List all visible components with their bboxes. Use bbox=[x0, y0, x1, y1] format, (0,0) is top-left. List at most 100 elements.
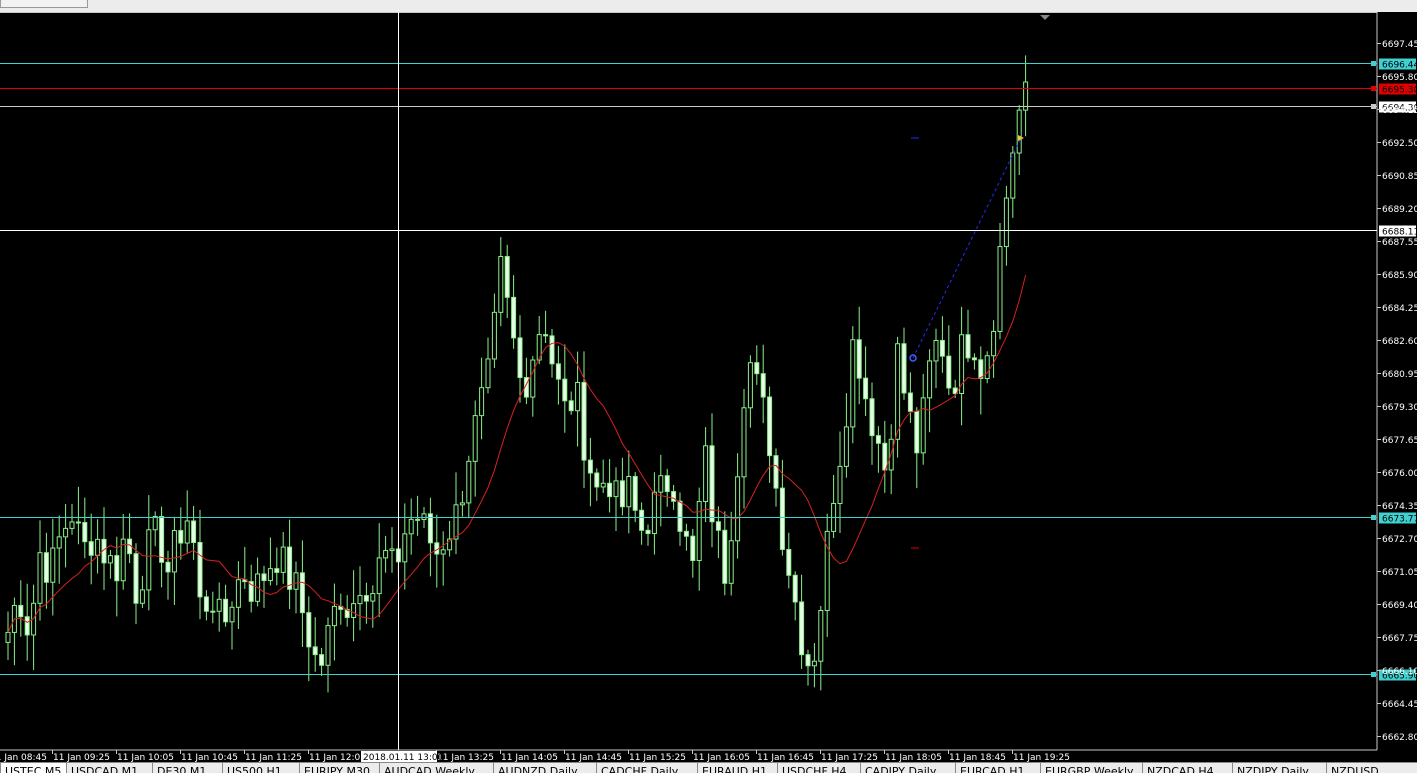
candle-body bbox=[376, 557, 382, 595]
candle-body bbox=[415, 518, 421, 521]
candle-body bbox=[485, 358, 491, 389]
candle-body bbox=[600, 482, 606, 488]
candle-body bbox=[927, 360, 933, 399]
candle-body bbox=[530, 359, 536, 398]
candle-body bbox=[466, 460, 472, 504]
candle-body bbox=[299, 572, 305, 614]
y-tick-label: 6684.25 bbox=[1382, 304, 1417, 314]
candle-body bbox=[331, 605, 337, 627]
candle-body bbox=[696, 501, 702, 562]
candle-body bbox=[901, 343, 907, 394]
candle-body bbox=[799, 601, 805, 656]
x-tick-label: 11 Jan 14:05 bbox=[501, 753, 558, 762]
candle-body bbox=[459, 502, 465, 506]
y-tick-label: 6667.75 bbox=[1382, 634, 1417, 644]
candle-body bbox=[677, 500, 683, 532]
candle-body bbox=[568, 400, 574, 412]
candle-body bbox=[223, 598, 229, 623]
candle-body bbox=[581, 381, 587, 461]
candle-body bbox=[869, 398, 875, 437]
candle-body bbox=[920, 397, 926, 454]
candle-body bbox=[747, 362, 753, 409]
candle-body bbox=[555, 363, 561, 380]
candle-body bbox=[139, 589, 145, 604]
toolbar-tab[interactable] bbox=[0, 0, 88, 8]
candle-body bbox=[965, 334, 971, 359]
candle-body bbox=[504, 256, 510, 298]
candle-body bbox=[786, 548, 792, 576]
candle-body bbox=[991, 330, 997, 357]
price-label: 6673.77 bbox=[1382, 515, 1417, 525]
candle-body bbox=[165, 561, 171, 573]
candle-body bbox=[440, 549, 446, 555]
candle-body bbox=[491, 311, 497, 360]
line-handle bbox=[1371, 515, 1376, 520]
x-tick-label: 11 Jan 18:45 bbox=[949, 753, 1006, 762]
candle-body bbox=[843, 426, 849, 467]
candle-body bbox=[1016, 109, 1022, 154]
x-tick-label: 11 Jan 19:25 bbox=[1013, 753, 1070, 762]
candle-body bbox=[971, 357, 977, 361]
y-tick-label: 6672.70 bbox=[1382, 535, 1417, 545]
candle-body bbox=[907, 392, 913, 412]
candle-body bbox=[850, 339, 856, 428]
candle-body bbox=[197, 541, 203, 598]
candle-body bbox=[63, 527, 69, 538]
candle-body bbox=[50, 547, 56, 583]
y-tick-label: 6669.40 bbox=[1382, 601, 1417, 611]
candle-body bbox=[133, 553, 139, 604]
y-tick-label: 6689.20 bbox=[1382, 205, 1417, 215]
x-tick-label: 11 Jan 18:05 bbox=[885, 753, 942, 762]
crosshair-price-label: 6688.11 bbox=[1382, 228, 1417, 238]
x-tick-label: 11 Jan 10:05 bbox=[117, 753, 174, 762]
candle-body bbox=[639, 509, 645, 531]
candle-body bbox=[882, 442, 888, 471]
candle-body bbox=[18, 604, 24, 618]
x-tick-label: 11 Jan 16:05 bbox=[693, 753, 750, 762]
candle-body bbox=[152, 515, 158, 531]
candle-body bbox=[408, 518, 414, 535]
x-tick-label: 11 Jan 11:25 bbox=[245, 753, 302, 762]
candle-body bbox=[280, 546, 286, 573]
candle-body bbox=[543, 334, 549, 337]
candle-body bbox=[658, 475, 664, 493]
candle-body bbox=[363, 595, 369, 602]
candle-body bbox=[178, 530, 184, 544]
x-tick-label: 11 Jan 08:45 bbox=[0, 753, 47, 762]
line-handle bbox=[1371, 104, 1376, 109]
candle-body bbox=[498, 256, 504, 313]
candle-body bbox=[107, 555, 113, 564]
candle-body bbox=[146, 529, 152, 591]
candle-body bbox=[159, 515, 165, 563]
price-chart[interactable]: 6696.446695.306694.306673.776665.906688.… bbox=[0, 12, 1417, 762]
candle-body bbox=[517, 337, 523, 379]
y-tick-label: 6680.95 bbox=[1382, 370, 1417, 380]
y-tick-label: 6685.90 bbox=[1382, 271, 1417, 281]
candle-body bbox=[767, 396, 773, 457]
candle-body bbox=[479, 387, 485, 417]
candle-body bbox=[741, 407, 747, 478]
chart-tab-bar: USTEC,M5 USDCAD,M1 DE30,M1 US500,H1 EURJPY,M… bbox=[0, 762, 1417, 773]
candle-body bbox=[319, 654, 325, 666]
y-tick-label: 6662.80 bbox=[1382, 733, 1417, 743]
candle-body bbox=[626, 475, 632, 508]
candle-body bbox=[171, 530, 177, 573]
chart-background bbox=[0, 12, 1417, 762]
candle-body bbox=[978, 359, 984, 380]
candle-body bbox=[715, 521, 721, 531]
candle-body bbox=[5, 631, 11, 643]
x-tick-label: 11 Jan 09:25 bbox=[53, 753, 110, 762]
y-tick-label: 6677.65 bbox=[1382, 436, 1417, 446]
candle-body bbox=[607, 482, 613, 498]
candle-body bbox=[511, 296, 517, 339]
candle-body bbox=[114, 555, 120, 582]
candle-body bbox=[453, 504, 459, 540]
candle-body bbox=[203, 596, 209, 612]
candle-body bbox=[306, 612, 312, 648]
x-tick-label: 11 Jan 16:45 bbox=[757, 753, 814, 762]
candle-body bbox=[997, 246, 1003, 332]
candle-body bbox=[562, 378, 568, 402]
candle-body bbox=[184, 520, 190, 544]
crosshair-time-label: 2018.01.11 13:00 bbox=[363, 753, 444, 762]
candle-body bbox=[818, 610, 824, 662]
